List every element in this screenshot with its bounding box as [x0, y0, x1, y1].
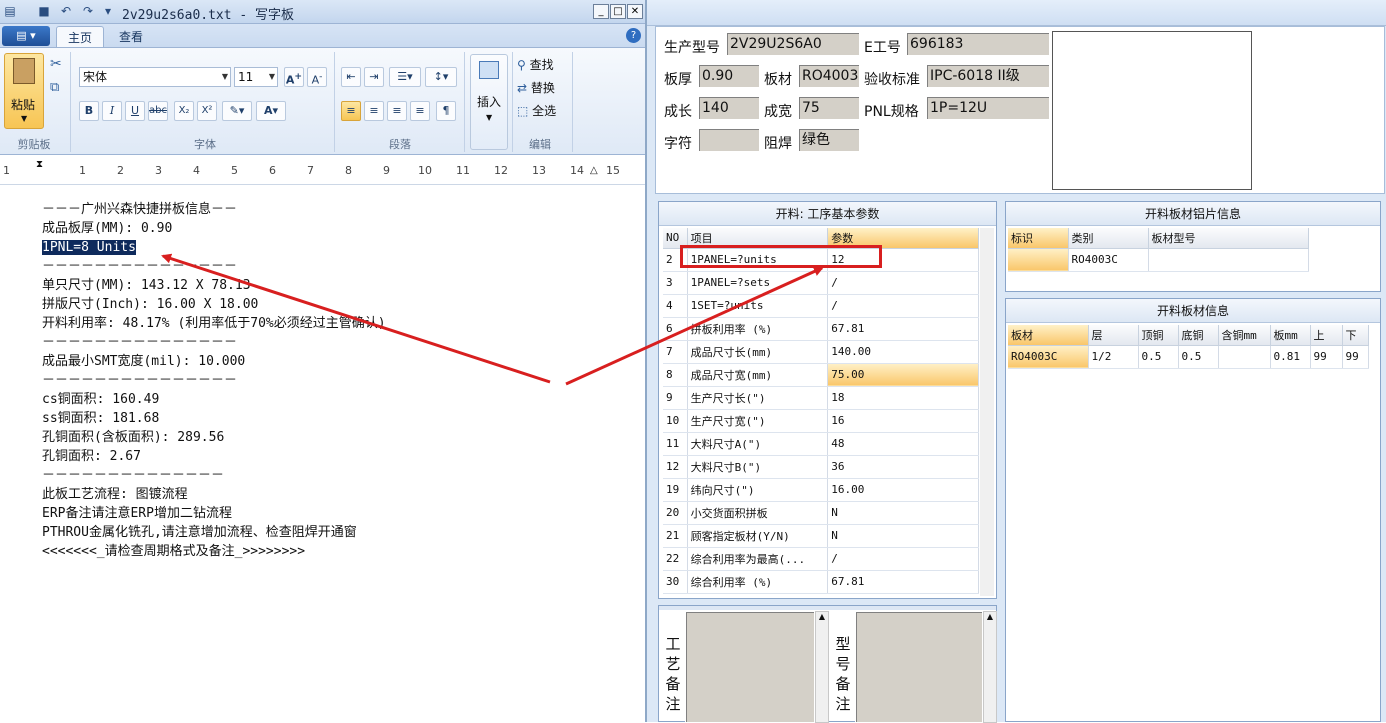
arrow-to-grid: [565, 266, 824, 386]
annotation-arrows: [161, 253, 824, 386]
arrow-to-doc: [161, 253, 551, 384]
